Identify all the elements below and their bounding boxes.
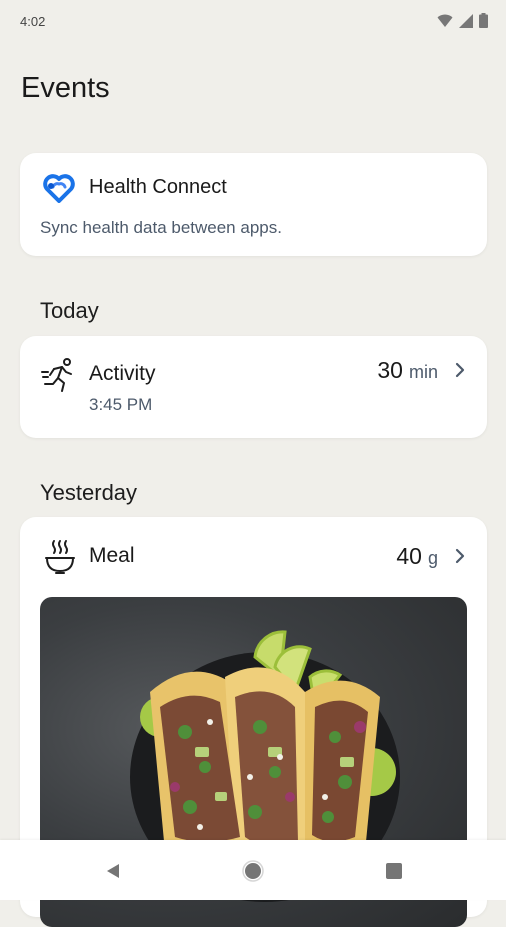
- meal-value: 40 g: [396, 543, 438, 570]
- running-person-icon: [41, 358, 72, 392]
- activity-value: 30 min: [377, 357, 438, 384]
- status-icons: [437, 13, 488, 28]
- activity-value-number: 30: [377, 357, 403, 383]
- section-yesterday-label: Yesterday: [40, 480, 138, 505]
- health-connect-logo-icon: [43, 174, 75, 203]
- home-icon[interactable]: [242, 860, 264, 882]
- recents-icon[interactable]: [383, 860, 405, 882]
- back-icon[interactable]: [102, 860, 124, 882]
- cellular-signal-icon: [459, 13, 473, 28]
- wifi-icon: [437, 14, 453, 27]
- meal-value-number: 40: [396, 543, 422, 569]
- page-title: Events: [21, 72, 110, 104]
- navigation-bar: [0, 840, 506, 900]
- chevron-right-icon[interactable]: [453, 547, 467, 565]
- health-connect-card[interactable]: Health Connect Sync health data between …: [20, 153, 487, 256]
- activity-value-unit: min: [408, 362, 438, 382]
- section-today-label: Today: [40, 298, 99, 323]
- meal-value-unit: g: [427, 548, 438, 568]
- meal-bowl-icon: [45, 540, 75, 574]
- status-bar: 4:02: [0, 0, 506, 44]
- status-time: 4:02: [20, 14, 46, 29]
- activity-name: Activity: [89, 362, 156, 385]
- chevron-right-icon[interactable]: [453, 361, 467, 379]
- health-connect-title: Health Connect: [89, 176, 227, 198]
- meal-name: Meal: [89, 544, 135, 567]
- activity-time: 3:45 PM: [89, 395, 153, 414]
- activity-event-card[interactable]: Activity 3:45 PM 30 min: [20, 336, 487, 438]
- battery-icon: [479, 13, 488, 28]
- health-connect-description: Sync health data between apps.: [40, 218, 282, 237]
